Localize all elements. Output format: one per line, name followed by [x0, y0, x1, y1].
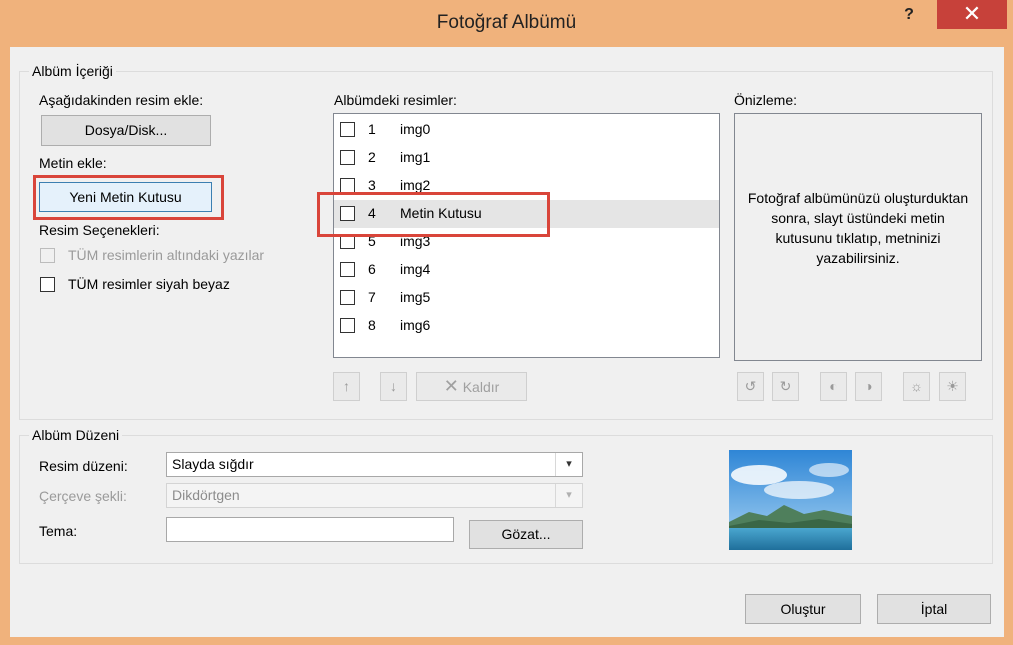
- insert-text-label: Metin ekle:: [39, 155, 107, 171]
- rotate-left-icon: ↺: [744, 378, 757, 394]
- move-down-button[interactable]: ↓: [380, 372, 407, 401]
- captions-below-label: TÜM resimlerin altındaki yazılar: [68, 247, 265, 263]
- close-button[interactable]: ✕: [937, 0, 1007, 29]
- browse-button[interactable]: Gözat...: [469, 520, 583, 549]
- preview-pane: Fotoğraf albümünüzü oluşturduktan sonra,…: [734, 113, 982, 361]
- contrast-down-icon: ◑: [864, 378, 873, 394]
- landscape-image: [729, 450, 852, 550]
- picture-layout-value: Slayda sığdır: [172, 456, 254, 472]
- list-item-name: img6: [400, 317, 431, 333]
- brightness-up-button[interactable]: ☼: [903, 372, 930, 401]
- brightness-down-icon: ☀: [946, 378, 959, 394]
- contrast-up-icon: ◐: [829, 378, 838, 394]
- frame-shape-value: Dikdörtgen: [172, 487, 240, 503]
- list-item-checkbox[interactable]: [340, 290, 355, 305]
- chevron-down-icon[interactable]: ▾: [555, 453, 582, 476]
- list-item-number: 6: [368, 261, 376, 277]
- list-item-number: 2: [368, 149, 376, 165]
- preview-label: Önizleme:: [734, 92, 798, 108]
- preview-text: Fotoğraf albümünüzü oluşturduktan sonra,…: [747, 190, 969, 266]
- window-title: Fotoğraf Albümü: [436, 12, 577, 33]
- list-item[interactable]: 2 img1: [334, 144, 719, 172]
- rotate-left-button[interactable]: ↺: [737, 372, 764, 401]
- file-disk-button[interactable]: Dosya/Disk...: [41, 115, 211, 146]
- remove-button[interactable]: ✕ Kaldır: [416, 372, 527, 401]
- rotate-right-icon: ↻: [779, 378, 792, 394]
- dialog-client-area: Albüm İçeriği Aşağıdakinden resim ekle: …: [10, 47, 1004, 637]
- highlight-textbox-row: [317, 192, 550, 237]
- contrast-up-button[interactable]: ◐: [820, 372, 847, 401]
- pictures-in-album-label: Albümdeki resimler:: [334, 92, 457, 108]
- rotate-right-button[interactable]: ↻: [772, 372, 799, 401]
- list-item[interactable]: 6 img4: [334, 256, 719, 284]
- arrow-down-icon: ↓: [390, 378, 397, 394]
- list-item-number: 8: [368, 317, 376, 333]
- album-layout-group-label: Albüm Düzeni: [29, 427, 123, 443]
- highlight-new-textbox: [33, 175, 224, 220]
- list-item-name: img2: [400, 177, 431, 193]
- album-content-group-label: Albüm İçeriği: [29, 63, 116, 79]
- list-item-number: 3: [368, 177, 376, 193]
- list-item-number: 7: [368, 289, 376, 305]
- list-item-checkbox[interactable]: [340, 122, 355, 137]
- list-item-number: 1: [368, 121, 376, 137]
- list-item-name: img0: [400, 121, 431, 137]
- picture-options-label: Resim Seçenekleri:: [39, 222, 160, 238]
- create-button[interactable]: Oluştur: [745, 594, 861, 624]
- theme-input[interactable]: [166, 517, 454, 542]
- black-white-checkbox[interactable]: [40, 277, 55, 292]
- captions-below-checkbox[interactable]: [40, 248, 55, 263]
- frame-shape-select[interactable]: Dikdörtgen ▾: [166, 483, 583, 508]
- arrow-up-icon: ↑: [343, 378, 350, 394]
- remove-x-icon: ✕: [443, 376, 459, 396]
- picture-layout-label: Resim düzeni:: [39, 458, 128, 474]
- help-button[interactable]: ?: [897, 6, 921, 28]
- remove-button-label: Kaldır: [462, 379, 500, 395]
- list-item-checkbox[interactable]: [340, 262, 355, 277]
- brightness-up-icon: ☼: [910, 378, 923, 394]
- list-item[interactable]: 1 img0: [334, 116, 719, 144]
- chevron-down-icon[interactable]: ▾: [555, 484, 582, 507]
- layout-thumbnail-image: [729, 450, 852, 550]
- contrast-down-button[interactable]: ◑: [855, 372, 882, 401]
- add-picture-from-label: Aşağıdakinden resim ekle:: [39, 92, 204, 108]
- list-item-checkbox[interactable]: [340, 178, 355, 193]
- cancel-button[interactable]: İptal: [877, 594, 991, 624]
- title-bar: Fotoğraf Albümü ? ✕: [0, 0, 1013, 47]
- picture-layout-select[interactable]: Slayda sığdır ▾: [166, 452, 583, 477]
- frame-shape-label: Çerçeve şekli:: [39, 488, 127, 504]
- black-white-label: TÜM resimler siyah beyaz: [68, 276, 230, 292]
- list-item-checkbox[interactable]: [340, 318, 355, 333]
- list-item[interactable]: 7 img5: [334, 284, 719, 312]
- brightness-down-button[interactable]: ☀: [939, 372, 966, 401]
- move-up-button[interactable]: ↑: [333, 372, 360, 401]
- photo-album-dialog: Fotoğraf Albümü ? ✕ Albüm İçeriği Aşağıd…: [0, 0, 1013, 645]
- list-item-checkbox[interactable]: [340, 150, 355, 165]
- list-item-name: img1: [400, 149, 431, 165]
- theme-label: Tema:: [39, 523, 78, 539]
- list-item-name: img5: [400, 289, 431, 305]
- list-item-name: img4: [400, 261, 431, 277]
- list-item[interactable]: 8 img6: [334, 312, 719, 340]
